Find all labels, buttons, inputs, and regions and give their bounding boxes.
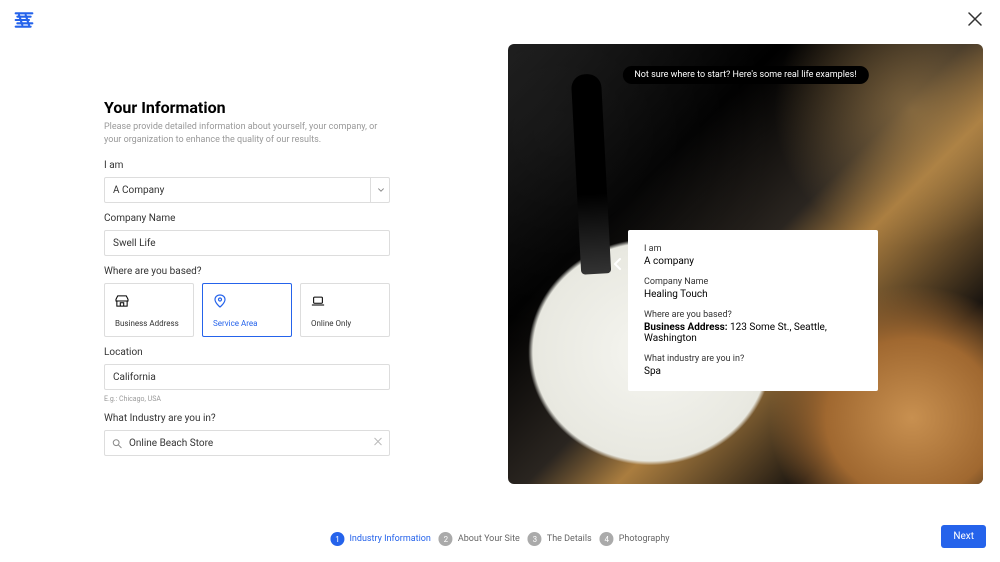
chevron-left-icon [613,257,623,271]
step-label: Industry Information [349,534,430,544]
pin-icon [213,294,227,308]
page-subtitle: Please provide detailed information abou… [104,121,390,146]
example-iam-label: I am [644,244,862,254]
example-industry-label: What industry are you in? [644,354,862,364]
step-number: 4 [600,532,614,546]
based-option-label: Online Only [311,319,351,328]
step-label: About Your Site [458,534,520,544]
location-hint: E.g.: Chicago, USA [104,395,390,403]
example-card: I am A company Company Name Healing Touc… [628,230,878,391]
based-option-label: Service Area [213,319,257,328]
preview-banner: Not sure where to start? Here's some rea… [622,66,868,84]
example-iam-value: A company [644,256,862,267]
location-input[interactable] [104,364,390,390]
close-button[interactable] [964,6,986,35]
step-number: 2 [439,532,453,546]
chevron-down-icon [377,186,385,194]
close-icon [968,12,982,26]
based-options: Business Address Service Area Online Onl… [104,283,390,337]
example-company-value: Healing Touch [644,289,862,300]
search-icon [112,434,122,453]
based-option-business-address[interactable]: Business Address [104,283,194,337]
i-am-select[interactable]: A Company [104,177,390,203]
based-label: Where are you based? [104,266,390,277]
preview-panel: Not sure where to start? Here's some rea… [508,44,983,484]
step-industry-information[interactable]: 1 Industry Information [330,532,430,546]
step-the-details[interactable]: 3 The Details [528,532,592,546]
storefront-icon [115,294,129,308]
location-label: Location [104,347,390,358]
close-icon [374,438,382,446]
stepper: 1 Industry Information 2 About Your Site… [330,532,669,546]
app-logo [14,11,34,29]
example-based-value: Business Address: 123 Some St., Seattle,… [644,322,862,344]
step-label: The Details [547,534,592,544]
industry-input-wrap [104,430,390,456]
example-company-label: Company Name [644,277,862,287]
preview-prev-button[interactable] [608,254,628,274]
i-am-label: I am [104,160,390,171]
example-based-label: Where are you based? [644,310,862,320]
step-label: Photography [619,534,670,544]
example-based-key: Business Address: [644,322,728,333]
example-industry-value: Spa [644,366,862,377]
step-number: 1 [330,532,344,546]
i-am-value: A Company [104,177,390,203]
based-option-online-only[interactable]: Online Only [300,283,390,337]
based-option-label: Business Address [115,319,179,328]
next-button[interactable]: Next [941,525,986,548]
clear-industry-button[interactable] [374,438,382,449]
form-panel: Your Information Please provide detailed… [104,98,390,456]
page-title: Your Information [104,98,390,117]
step-number: 3 [528,532,542,546]
based-option-service-area[interactable]: Service Area [202,283,292,337]
laptop-icon [311,294,325,308]
industry-input[interactable] [104,430,390,456]
step-about-your-site[interactable]: 2 About Your Site [439,532,520,546]
company-name-input[interactable] [104,230,390,256]
step-photography[interactable]: 4 Photography [600,532,670,546]
industry-label: What Industry are you in? [104,413,390,424]
header [0,0,1000,40]
i-am-dropdown-toggle[interactable] [370,177,390,203]
company-name-label: Company Name [104,213,390,224]
